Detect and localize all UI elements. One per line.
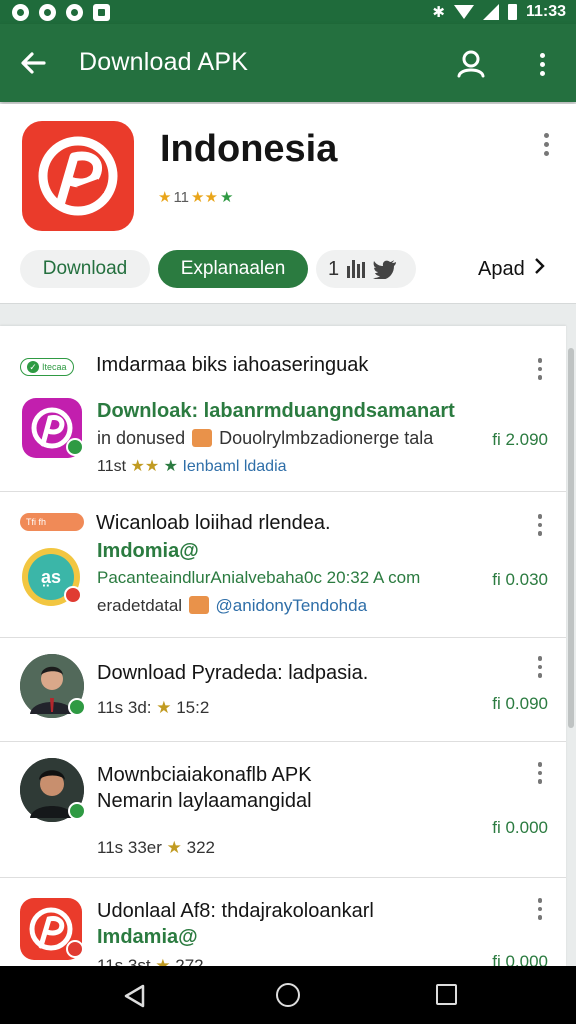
list-item-price: fi 0.030 [492, 570, 548, 589]
add-label: Apad [478, 257, 525, 280]
signal-icon [482, 4, 499, 20]
list-item-subtitle: Nemarin laylaamangidal [97, 790, 312, 812]
star-icon: ★ [163, 458, 178, 475]
status-bar: ✱ 11:33 [0, 0, 576, 24]
status-time: 11:33 [525, 3, 566, 20]
back-arrow-icon[interactable] [14, 43, 54, 83]
list-item-name: Mownbciaiakonaflb APK [97, 764, 312, 786]
list-item[interactable]: Download Pyradeda: ladpasia. 11s 3d: ★ 1… [0, 638, 566, 742]
star-icon: ★ [166, 838, 187, 857]
more-vert-icon[interactable] [531, 129, 561, 159]
app-logo: a̤s [22, 548, 82, 606]
nav-back-icon[interactable] [122, 983, 148, 1009]
star-icon: ★ [155, 956, 176, 966]
list-item-detail: PacanteaindlurAnialvebaha0c 20:32 A com [97, 568, 421, 587]
tag-icon [192, 429, 213, 447]
notification-icon [39, 3, 56, 21]
notification-icon [66, 3, 83, 21]
list-item-meta: eradetdatal @anidonyTendohda [97, 596, 368, 615]
list-item[interactable]: Tfi fh Wicanloab loiihad rlendea. a̤s Im… [0, 492, 566, 638]
more-vert-icon[interactable] [528, 894, 552, 924]
list-item-detail: in donused Douolrylmbzadionerge tala [97, 428, 434, 448]
download-button[interactable]: Download [20, 250, 150, 288]
list-item-name: Imdomia@ [97, 540, 199, 562]
app-rating: ★ 11 ★★ ★ [158, 188, 234, 207]
explore-button[interactable]: Explanaalen [158, 250, 308, 288]
list-item-headline: Wicanloab loiihad rlendea. [96, 512, 331, 534]
app-logo [22, 121, 134, 231]
star-icon: ★★ [191, 189, 218, 206]
list-item-price: fi 2.090 [492, 430, 548, 449]
star-icon: ★ [219, 189, 234, 206]
alert-indicator [20, 898, 84, 960]
list-item-subtitle: Imdamia@ [97, 926, 198, 948]
page-title: Download APK [79, 48, 249, 76]
share-chip[interactable]: 1 [316, 250, 416, 288]
wifi-icon [453, 5, 474, 19]
more-vert-icon[interactable] [528, 758, 552, 788]
star-icon: ★ [158, 189, 172, 206]
app-header-card: Indonesia ★ 11 ★★ ★ Download Explanaalen… [0, 104, 576, 304]
notification-icon [12, 3, 29, 21]
app-name: Indonesia [160, 128, 338, 170]
system-nav-bar [0, 966, 576, 1024]
list-item-price: fi 0.090 [492, 694, 548, 713]
list-item-name: Download Pyradeda: ladpasia. [97, 662, 369, 684]
list-item-price: fi 0.000 [492, 952, 548, 966]
person-icon[interactable] [451, 44, 491, 84]
add-link[interactable]: Apad [478, 250, 545, 288]
battery-icon [507, 4, 517, 20]
list-item-meta: 11s 33er ★ 322 [97, 838, 215, 857]
app-bar: Download APK [0, 24, 576, 102]
verified-indicator [22, 398, 84, 458]
list-item-name: Downloak: labanrmduangndsamanart [97, 400, 455, 422]
rating-text: 11 [173, 188, 190, 206]
list-item-meta: 11s 3d: ★ 15:2 [97, 698, 210, 717]
avatar [20, 758, 86, 822]
tag-icon [188, 596, 209, 614]
list-item[interactable]: ✓ Itecaa Imdarmaa biks iahoaseringuak Do… [0, 326, 566, 492]
star-icon: ★★ [130, 458, 160, 475]
avatar [20, 654, 86, 718]
more-vert-icon[interactable] [522, 44, 562, 84]
list-item-headline: Imdarmaa biks iahoaseringuak [96, 354, 369, 376]
nav-recents-icon[interactable] [436, 984, 457, 1005]
status-badge: Tfi fh [20, 513, 84, 531]
list-item-meta: 11st ★★ ★ Ienbaml ldadia [97, 458, 287, 475]
list-item[interactable]: Udonlaal Af8: thdajrakoloankarl Imdamia@… [0, 878, 566, 966]
twitter-icon [373, 260, 397, 279]
more-vert-icon[interactable] [528, 652, 552, 682]
list-item-meta: 11s 3st ★ 272 [97, 956, 204, 966]
check-icon: ✓ [27, 361, 39, 373]
notification-icon [93, 3, 110, 21]
list-item-name: Udonlaal Af8: thdajrakoloankarl [97, 900, 374, 922]
nav-home-icon[interactable] [276, 983, 300, 1007]
bluetooth-icon: ✱ [432, 4, 445, 21]
chevron-right-icon [533, 257, 545, 281]
share-count: 1 [328, 257, 340, 280]
star-icon: ★ [156, 698, 177, 717]
more-vert-icon[interactable] [528, 510, 552, 540]
list-item-price: fi 0.000 [492, 818, 548, 837]
download-list: ✓ Itecaa Imdarmaa biks iahoaseringuak Do… [0, 326, 566, 966]
list-item[interactable]: Mownbciaiakonaflb APK Nemarin laylaamang… [0, 742, 566, 878]
chart-icon [347, 260, 366, 278]
scrollbar[interactable] [568, 348, 574, 728]
action-chips: Download Explanaalen 1 Apad [20, 250, 560, 288]
status-badge: ✓ Itecaa [20, 358, 74, 376]
more-vert-icon[interactable] [528, 354, 552, 384]
